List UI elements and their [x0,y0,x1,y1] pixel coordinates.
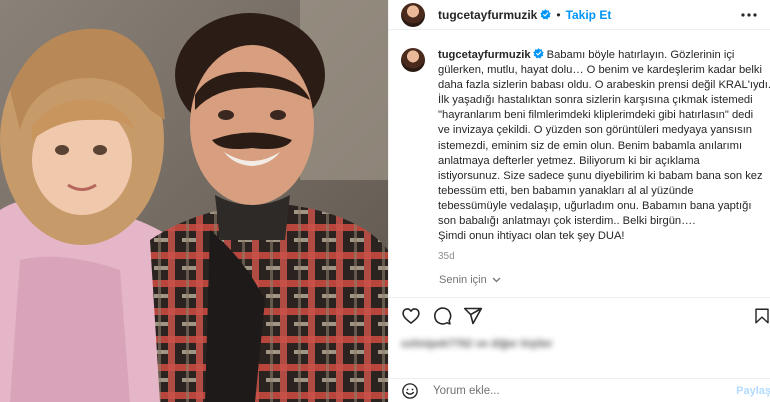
follow-button[interactable]: Takip Et [566,8,612,22]
caption-text: "hayranlarım beni filmlerimdeki klipleri… [438,109,754,122]
caption-text: Şimdi onun ihtiyacı olan tek şey DUA! [438,230,625,243]
comment-bar: Paylaş [389,378,770,402]
action-bar [389,297,770,331]
caption-text: gülerken, mutlu, hayat dolu… O benim ve … [438,64,762,77]
caption-text: tebessüm etti, ben babamın yanakları al … [438,184,694,197]
caption-text: ve invizaya çekildi. O yüzden son görünt… [438,124,753,137]
post-photo[interactable] [0,0,388,402]
share-icon[interactable] [463,306,483,326]
heart-icon[interactable] [401,306,421,326]
comment-input[interactable] [433,384,713,397]
caption-avatar[interactable] [401,48,425,72]
chevron-down-icon [492,277,501,283]
likes-summary[interactable]: ozlmipek7762 ve diğer kişiler [401,338,553,350]
avatar[interactable] [401,2,425,27]
post-details-panel: tugcetayfurmuzik • Takip Et tugcetayfurm… [388,0,770,402]
comment-icon[interactable] [432,306,452,326]
emoji-icon[interactable] [401,382,419,400]
caption-body: tugcetayfurmuzik Babamı böyle hatırlayın.… [438,48,770,264]
for-you-dropdown[interactable]: Senin için [439,274,501,286]
caption-text: son babalığı anlatmayı çok isterdim.. Be… [438,215,696,228]
for-you-label: Senin için [439,274,487,286]
separator-dot: • [556,7,561,22]
caption-text: istemezdi, eminim siz de emin olun. Beni… [438,139,743,152]
verified-badge-icon [540,9,552,20]
caption-text: Babamı böyle hatırlayın. Gözlerinin içi [546,49,735,61]
header-username[interactable]: tugcetayfurmuzik [438,8,537,22]
caption-text: tebessümüyle vedalaşıp, uğurladım onu. B… [438,199,752,212]
post-image [0,0,388,402]
post-comment-button[interactable]: Paylaş [736,385,770,397]
caption-text: daha fazla sizlerin babası oldu. O arabe… [438,79,770,92]
caption-text: anlatmaya defterler yetmez. Biliyorum ki… [438,154,700,167]
caption-text: İlk yaşadığı hastalıktan sonra sizlerin … [438,94,753,107]
bookmark-icon[interactable] [753,306,770,326]
post-timestamp[interactable]: 35d [438,249,768,264]
verified-badge-icon [532,48,544,59]
caption-text: istiyorsunuz. Size sadece şunu diyebilir… [438,169,763,182]
caption-line-1: tugcetayfurmuzik Babamı böyle hatırlayın.… [438,48,768,63]
post-header: tugcetayfurmuzik • Takip Et [389,0,770,30]
more-options-icon[interactable] [739,7,759,23]
caption: tugcetayfurmuzik Babamı böyle hatırlayın.… [401,48,770,264]
caption-username[interactable]: tugcetayfurmuzik [438,49,531,61]
